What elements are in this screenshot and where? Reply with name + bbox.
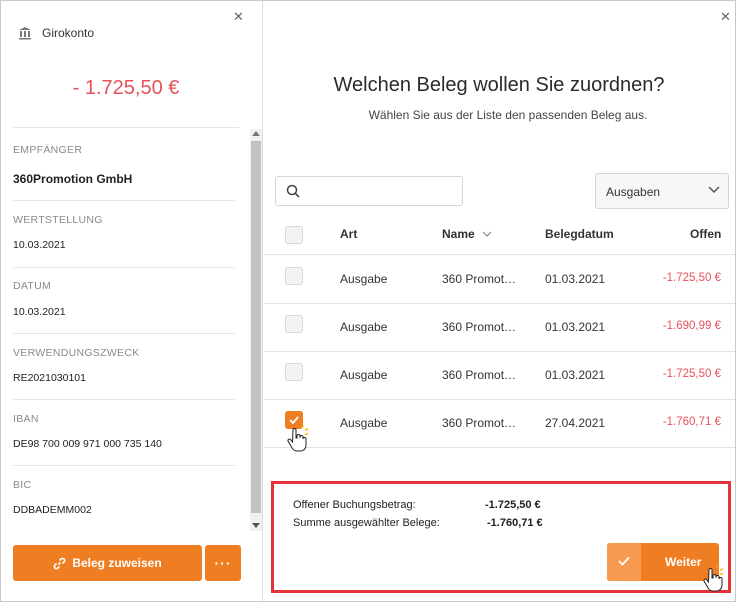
field-label: EMPFÄNGER xyxy=(13,144,83,156)
cell-art: Ausgabe xyxy=(340,320,388,334)
account-header: Girokonto xyxy=(18,26,94,40)
transaction-details: EMPFÄNGER 360Promotion GmbH WERTSTELLUNG… xyxy=(13,132,235,528)
check-icon xyxy=(618,556,630,566)
column-name[interactable]: Name xyxy=(442,227,492,241)
close-icon[interactable]: ✕ xyxy=(720,9,731,25)
cell-art: Ausgabe xyxy=(340,368,388,382)
cell-date: 01.03.2021 xyxy=(545,272,606,286)
link-icon xyxy=(53,557,66,569)
balance-amount: - 1.725,50 € xyxy=(72,77,180,99)
field-bic: BIC DDBADEMM002 xyxy=(13,466,235,526)
assign-receipt-button[interactable]: Beleg zuweisen xyxy=(13,545,202,581)
column-open[interactable]: Offen xyxy=(690,227,721,241)
cell-name: 360 Promot… xyxy=(442,320,517,334)
type-filter-select[interactable]: Ausgaben xyxy=(595,173,729,209)
cell-open: -1.760,71 € xyxy=(662,416,721,428)
search-field[interactable] xyxy=(275,176,463,206)
cell-name: 360 Promot… xyxy=(442,272,517,286)
cell-date: 01.03.2021 xyxy=(545,320,606,334)
page-subtitle: Wählen Sie aus der Liste den passenden B… xyxy=(368,108,648,122)
field-value: 360Promotion GmbH xyxy=(13,172,133,186)
cell-open: -1.690,99 € xyxy=(662,320,721,332)
search-input[interactable] xyxy=(308,182,458,200)
table-row[interactable]: Ausgabe 360 Promot… 01.03.2021 -1.725,50… xyxy=(264,256,735,304)
hand-cursor-icon xyxy=(703,566,724,592)
account-name: Girokonto xyxy=(42,26,95,40)
close-icon[interactable]: ✕ xyxy=(233,9,244,25)
field-label: BIC xyxy=(13,479,32,491)
field-iban: IBAN DE98 700 009 971 000 735 140 xyxy=(13,400,235,466)
divider xyxy=(13,127,239,128)
open-amount-label: Offener Buchungsbetrag: xyxy=(293,499,416,511)
column-date[interactable]: Belegdatum xyxy=(545,227,614,241)
row-checkbox[interactable] xyxy=(285,315,303,333)
scroll-down-icon[interactable] xyxy=(252,523,260,528)
cell-name: 360 Promot… xyxy=(442,368,517,382)
selected-sum-label: Summe ausgewählter Belege: xyxy=(293,517,440,529)
search-icon xyxy=(286,184,300,198)
column-art[interactable]: Art xyxy=(340,227,357,241)
next-button-label: Weiter xyxy=(665,555,702,569)
open-amount-value: -1.725,50 € xyxy=(485,499,541,511)
details-scrollbar[interactable] xyxy=(250,129,262,531)
page-title: Welchen Beleg wollen Sie zuordnen? xyxy=(333,74,665,96)
cell-date: 27.04.2021 xyxy=(545,416,606,430)
row-checkbox[interactable] xyxy=(285,363,303,381)
more-options-button[interactable]: ··· xyxy=(205,545,241,581)
row-checkbox[interactable] xyxy=(285,267,303,285)
type-filter-value: Ausgaben xyxy=(606,185,661,199)
field-label: DATUM xyxy=(13,280,52,292)
cell-art: Ausgabe xyxy=(340,272,388,286)
scroll-up-icon[interactable] xyxy=(252,131,260,136)
bank-icon xyxy=(19,27,31,40)
field-value: 10.03.2021 xyxy=(13,239,66,251)
field-value: 10.03.2021 xyxy=(13,306,66,318)
transaction-panel: ✕ Girokonto - 1.725,50 € EMPFÄNGER 360Pr… xyxy=(1,1,263,601)
field-label: WERTSTELLUNG xyxy=(13,214,103,226)
table-header: Art Name Belegdatum Offen xyxy=(264,219,735,255)
assign-receipt-label: Beleg zuweisen xyxy=(72,556,162,570)
hand-cursor-icon xyxy=(287,426,309,452)
chevron-down-icon xyxy=(708,186,720,194)
table-row[interactable]: Ausgabe 360 Promot… 01.03.2021 -1.725,50… xyxy=(264,352,735,400)
cell-name: 360 Promot… xyxy=(442,416,517,430)
field-recipient: EMPFÄNGER 360Promotion GmbH xyxy=(13,132,235,201)
field-value: DE98 700 009 971 000 735 140 xyxy=(13,438,162,450)
scroll-thumb[interactable] xyxy=(251,141,261,513)
cell-art: Ausgabe xyxy=(340,416,388,430)
selected-sum-value: -1.760,71 € xyxy=(487,517,543,529)
cell-open: -1.725,50 € xyxy=(662,272,721,284)
table-row[interactable]: Ausgabe 360 Promot… 27.04.2021 -1.760,71… xyxy=(264,400,735,448)
select-all-checkbox[interactable] xyxy=(285,226,303,244)
cell-open: -1.725,50 € xyxy=(662,368,721,380)
cell-date: 01.03.2021 xyxy=(545,368,606,382)
field-purpose: VERWENDUNGSZWECK RE2021030101 xyxy=(13,334,235,400)
table-row[interactable]: Ausgabe 360 Promot… 01.03.2021 -1.690,99… xyxy=(264,304,735,352)
field-label: VERWENDUNGSZWECK xyxy=(13,347,140,359)
field-value: DDBADEMM002 xyxy=(13,504,92,516)
column-name-label: Name xyxy=(442,227,475,241)
field-date: DATUM 10.03.2021 xyxy=(13,268,235,334)
sort-chevron-icon xyxy=(482,231,492,237)
field-value: RE2021030101 xyxy=(13,372,86,384)
field-value-date: WERTSTELLUNG 10.03.2021 xyxy=(13,201,235,268)
field-label: IBAN xyxy=(13,413,39,425)
